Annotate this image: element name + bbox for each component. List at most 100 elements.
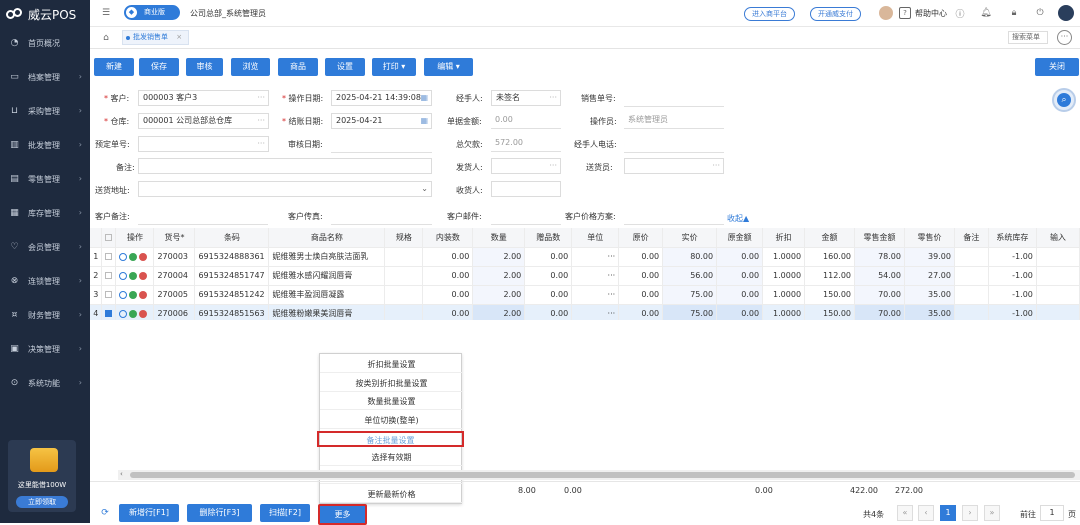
table-cell[interactable]: ··· <box>571 304 620 320</box>
table-cell[interactable]: 0.00 <box>422 285 474 305</box>
row-checkbox[interactable] <box>105 291 113 298</box>
sales-no-field[interactable] <box>624 106 724 107</box>
table-cell[interactable]: 0.00 <box>524 304 573 320</box>
close-button[interactable]: 关闭 <box>1035 58 1079 76</box>
column-header[interactable]: 货号* <box>153 228 196 248</box>
table-cell[interactable]: 6915324851563 <box>194 304 270 320</box>
calendar-icon[interactable]: ▦ <box>420 91 428 105</box>
table-cell[interactable]: 150.00 <box>804 285 856 305</box>
table-cell[interactable] <box>384 247 424 267</box>
sidebar-item[interactable]: ⊔ 采购管理 › <box>0 99 90 123</box>
column-header[interactable]: 备注 <box>954 228 989 248</box>
lookup-icon[interactable]: ··· <box>549 91 557 105</box>
table-cell[interactable]: 妮维雅男士焕白亮肤洁面乳 <box>268 247 386 267</box>
search-icon[interactable] <box>119 252 128 261</box>
horizontal-scrollbar[interactable]: ‹ <box>118 470 1080 480</box>
table-cell[interactable]: 1 <box>90 247 103 267</box>
column-header[interactable]: 内装数 <box>422 228 474 248</box>
address-select[interactable]: ⌄ <box>138 181 432 197</box>
table-cell[interactable] <box>384 285 424 305</box>
table-cell[interactable]: 1.0000 <box>762 285 806 305</box>
table-cell[interactable]: ··· <box>571 247 620 267</box>
handler-phone-field[interactable] <box>624 152 724 153</box>
column-header[interactable]: 系统库存 <box>988 228 1037 248</box>
enter-platform-button[interactable]: 进入商平台 <box>744 7 795 21</box>
scroll-left-icon[interactable]: ‹ <box>120 470 123 478</box>
lock-icon[interactable]: 🔒︎ <box>1008 7 1020 19</box>
table-row[interactable]: 4 270006 6915324851563 妮维雅粉嫩果美润唇膏 0.00 2.00 0.… <box>90 304 1080 320</box>
table-cell[interactable]: 75.00 <box>662 304 718 320</box>
table-cell[interactable]: 0.00 <box>618 304 664 320</box>
column-header[interactable]: 数量 <box>472 228 526 248</box>
row-checkbox[interactable] <box>105 272 113 279</box>
prev-page-icon[interactable]: ‹ <box>918 505 934 521</box>
column-header[interactable]: 金额 <box>804 228 856 248</box>
table-cell[interactable]: ··· <box>571 285 620 305</box>
search-icon[interactable] <box>119 271 128 280</box>
power-icon[interactable]: ⏻ <box>1034 7 1046 19</box>
new-button[interactable]: 新建 <box>94 58 134 76</box>
add-row-button[interactable]: 新增行[F1] <box>119 504 179 522</box>
customer-field[interactable]: 000003 客户3 ··· <box>138 90 269 106</box>
column-header[interactable]: 实价 <box>662 228 718 248</box>
table-cell[interactable]: 270004 <box>153 266 196 286</box>
column-header[interactable]: 商品名称 <box>268 228 386 248</box>
shipper-field[interactable]: ··· <box>491 158 561 174</box>
menu-item[interactable]: 数量批量设置 <box>320 394 463 410</box>
table-cell[interactable]: ··· <box>571 266 620 286</box>
table-cell[interactable]: 0.00 <box>618 247 664 267</box>
table-cell[interactable]: 4 <box>90 304 103 320</box>
table-row[interactable]: 1 270003 6915324888361 妮维雅男士焕白亮肤洁面乳 0.00 2.00… <box>90 247 1080 267</box>
column-header[interactable] <box>101 228 117 248</box>
receiver-field[interactable] <box>491 181 561 197</box>
column-header[interactable]: 操作 <box>115 228 155 248</box>
remove-icon[interactable] <box>139 252 148 261</box>
table-cell[interactable]: 0.00 <box>422 247 474 267</box>
column-header[interactable]: 输入 <box>1036 228 1080 248</box>
table-cell[interactable]: 270005 <box>153 285 196 305</box>
remove-icon[interactable] <box>139 271 148 280</box>
table-cell[interactable] <box>1036 266 1080 286</box>
last-page-icon[interactable]: » <box>984 505 1000 521</box>
table-cell[interactable]: -1.00 <box>988 304 1037 320</box>
lookup-icon[interactable]: ··· <box>257 137 265 151</box>
table-cell[interactable]: 80.00 <box>662 247 718 267</box>
table-cell[interactable]: 1.0000 <box>762 304 806 320</box>
table-cell[interactable]: 0.00 <box>716 266 764 286</box>
scroll-thumb[interactable] <box>130 472 1075 478</box>
table-cell[interactable] <box>115 247 155 267</box>
table-cell[interactable]: 2 <box>90 266 103 286</box>
sidebar-item[interactable]: ◔ 首页概况 <box>0 31 90 55</box>
table-cell[interactable]: 56.00 <box>662 266 718 286</box>
table-cell[interactable]: 112.00 <box>804 266 856 286</box>
add-icon[interactable] <box>129 290 138 299</box>
table-cell[interactable]: 0.00 <box>524 266 573 286</box>
collapse-link[interactable]: 收起▲ <box>727 213 749 224</box>
deliverer-field[interactable]: ··· <box>624 158 724 174</box>
table-cell[interactable]: 270006 <box>153 304 196 320</box>
table-cell[interactable]: 0.00 <box>716 304 764 320</box>
menu-item[interactable]: 备注批量设置 <box>317 431 464 447</box>
table-cell[interactable]: 1.0000 <box>762 247 806 267</box>
table-cell[interactable]: 35.00 <box>904 285 955 305</box>
page-current[interactable]: 1 <box>940 505 956 521</box>
table-cell[interactable]: -1.00 <box>988 266 1037 286</box>
column-header[interactable]: 原价 <box>618 228 664 248</box>
table-cell[interactable] <box>1036 247 1080 267</box>
chevron-down-icon[interactable]: ⌄ <box>421 182 428 196</box>
table-row[interactable]: 3 270005 6915324851242 妮维雅丰盈润唇凝露 0.00 2.00 0.0… <box>90 285 1080 305</box>
table-cell[interactable]: 3 <box>90 285 103 305</box>
sidebar-item[interactable]: ▦ 库存管理 › <box>0 201 90 225</box>
table-cell[interactable] <box>384 266 424 286</box>
note-field[interactable] <box>138 158 432 174</box>
lookup-icon[interactable]: ··· <box>257 114 265 128</box>
add-icon[interactable] <box>129 271 138 280</box>
table-cell[interactable]: 妮维雅丰盈润唇凝露 <box>268 285 386 305</box>
table-cell[interactable]: 0.00 <box>422 266 474 286</box>
scan-button[interactable]: 扫描[F2] <box>260 504 310 522</box>
lookup-icon[interactable]: ··· <box>712 159 720 173</box>
table-cell[interactable]: 0.00 <box>422 304 474 320</box>
select-all-checkbox[interactable] <box>105 233 113 241</box>
table-cell[interactable]: 54.00 <box>854 266 905 286</box>
sidebar-item[interactable]: ▤ 零售管理 › <box>0 167 90 191</box>
